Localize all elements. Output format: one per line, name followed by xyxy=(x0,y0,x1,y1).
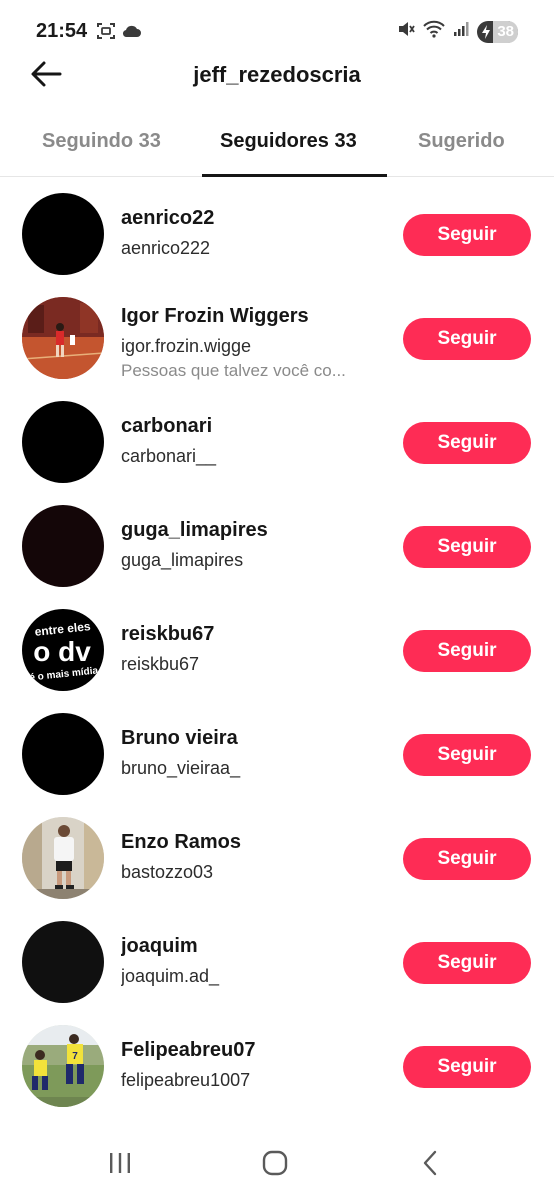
list-item[interactable]: Bruno vieira bruno_vieiraa_ Seguir xyxy=(0,697,554,801)
avatar[interactable] xyxy=(22,401,104,483)
futsal-avatar-image xyxy=(22,297,104,379)
list-item-text: Bruno vieira bruno_vieiraa_ xyxy=(121,727,383,779)
avatar[interactable] xyxy=(22,921,104,1003)
user-handle: reiskbu67 xyxy=(121,654,200,674)
follow-button[interactable]: Seguir xyxy=(403,630,531,672)
mute-icon xyxy=(397,20,416,43)
list-item-text: reiskbu67 reiskbu67 xyxy=(121,623,383,675)
user-name: Felipeabreu07 xyxy=(121,1039,256,1061)
list-item-text: Felipeabreu07 felipeabreu1007 xyxy=(121,1039,383,1091)
recent-apps-icon xyxy=(107,1151,133,1180)
list-item[interactable]: aenrico22 aenrico222 Seguir xyxy=(0,177,554,281)
list-item[interactable]: carbonari carbonari__ Seguir xyxy=(0,385,554,489)
follow-button[interactable]: Seguir xyxy=(403,734,531,776)
tab-seguindo[interactable]: Seguindo 33 xyxy=(42,130,161,153)
list-item-text: carbonari carbonari__ xyxy=(121,415,383,467)
tab-seguidores[interactable]: Seguidores 33 xyxy=(220,130,357,153)
avatar[interactable] xyxy=(22,817,104,899)
page-title: jeff_rezedoscria xyxy=(193,62,361,87)
nav-back-button[interactable] xyxy=(410,1148,450,1182)
follow-button[interactable]: Seguir xyxy=(403,942,531,984)
follow-button[interactable]: Seguir xyxy=(403,318,531,360)
list-item-text: joaquim joaquim.ad_ xyxy=(121,935,383,987)
suggestion-note: Pessoas que talvez você co... xyxy=(121,361,346,380)
follower-list: aenrico22 aenrico222 Seguir Igor Frozin … xyxy=(0,177,554,1113)
list-item[interactable]: Enzo Ramos bastozzo03 Seguir xyxy=(0,801,554,905)
system-nav-bar xyxy=(0,1130,554,1200)
home-button[interactable] xyxy=(255,1148,295,1182)
user-handle: bruno_vieiraa_ xyxy=(121,758,241,778)
list-item-text: aenrico22 aenrico222 xyxy=(121,207,383,259)
user-handle: felipeabreu1007 xyxy=(121,1070,251,1090)
battery-icon: 38 xyxy=(477,20,518,43)
user-name: guga_limapires xyxy=(121,519,268,541)
user-name: joaquim xyxy=(121,935,198,957)
screenshot-icon xyxy=(96,22,116,45)
list-item-text: Enzo Ramos bastozzo03 xyxy=(121,831,383,883)
list-item-text: Igor Frozin Wiggers igor.frozin.wigge Pe… xyxy=(121,305,383,381)
user-handle: joaquim.ad_ xyxy=(121,966,220,986)
battery-level: 38 xyxy=(493,20,518,43)
tab-sugerido[interactable]: Sugerido xyxy=(418,130,505,153)
avatar[interactable]: 7 xyxy=(22,1025,104,1107)
signal-icon xyxy=(453,21,469,42)
follow-button[interactable]: Seguir xyxy=(403,526,531,568)
wifi-icon xyxy=(423,20,446,43)
tabs: Seguindo 33 Seguidores 33 Sugerido xyxy=(0,122,554,177)
list-item-text: guga_limapires guga_limapires xyxy=(121,519,383,571)
user-name: reiskbu67 xyxy=(121,623,215,645)
user-name: Igor Frozin Wiggers xyxy=(121,305,309,327)
user-name: Enzo Ramos xyxy=(121,831,242,853)
status-left-icons xyxy=(96,22,142,45)
text-logo-avatar-image: entre eles o dv é o mais mídia xyxy=(29,619,99,683)
user-name: aenrico22 xyxy=(121,207,215,229)
svg-text:7: 7 xyxy=(72,1051,78,1062)
user-name: Bruno vieira xyxy=(121,727,238,749)
follow-button[interactable]: Seguir xyxy=(403,838,531,880)
recent-apps-button[interactable] xyxy=(100,1148,140,1182)
list-item[interactable]: Igor Frozin Wiggers igor.frozin.wigge Pe… xyxy=(0,281,554,385)
user-handle: bastozzo03 xyxy=(121,862,214,882)
follow-button[interactable]: Seguir xyxy=(403,214,531,256)
user-name: carbonari xyxy=(121,415,213,437)
soccer-avatar-image: 7 xyxy=(22,1025,104,1107)
follow-button[interactable]: Seguir xyxy=(403,1046,531,1088)
list-item[interactable]: 7 Felipeabreu07 felipeabreu1007 Seguir xyxy=(0,1009,554,1113)
avatar[interactable] xyxy=(22,505,104,587)
back-icon xyxy=(420,1150,440,1181)
user-handle: aenrico222 xyxy=(121,238,211,258)
home-icon xyxy=(262,1150,288,1181)
follow-button[interactable]: Seguir xyxy=(403,422,531,464)
list-item[interactable]: entre eles o dv é o mais mídia reiskbu67… xyxy=(0,593,554,697)
avatar-text-line3: é o mais mídia xyxy=(29,665,99,683)
user-handle: guga_limapires xyxy=(121,550,244,570)
user-handle: carbonari__ xyxy=(121,446,217,466)
avatar[interactable] xyxy=(22,713,104,795)
avatar[interactable] xyxy=(22,297,104,379)
player-avatar-image xyxy=(22,817,104,899)
cloud-icon xyxy=(122,24,142,43)
avatar-text-line2: o dv xyxy=(33,636,91,667)
user-handle: igor.frozin.wigge xyxy=(121,336,252,356)
header: jeff_rezedoscria xyxy=(0,50,554,102)
status-right-icons: 38 xyxy=(397,20,518,43)
avatar[interactable] xyxy=(22,193,104,275)
list-item[interactable]: guga_limapires guga_limapires Seguir xyxy=(0,489,554,593)
avatar[interactable]: entre eles o dv é o mais mídia xyxy=(22,609,104,691)
list-item[interactable]: joaquim joaquim.ad_ Seguir xyxy=(0,905,554,1009)
status-time: 21:54 xyxy=(36,20,88,42)
